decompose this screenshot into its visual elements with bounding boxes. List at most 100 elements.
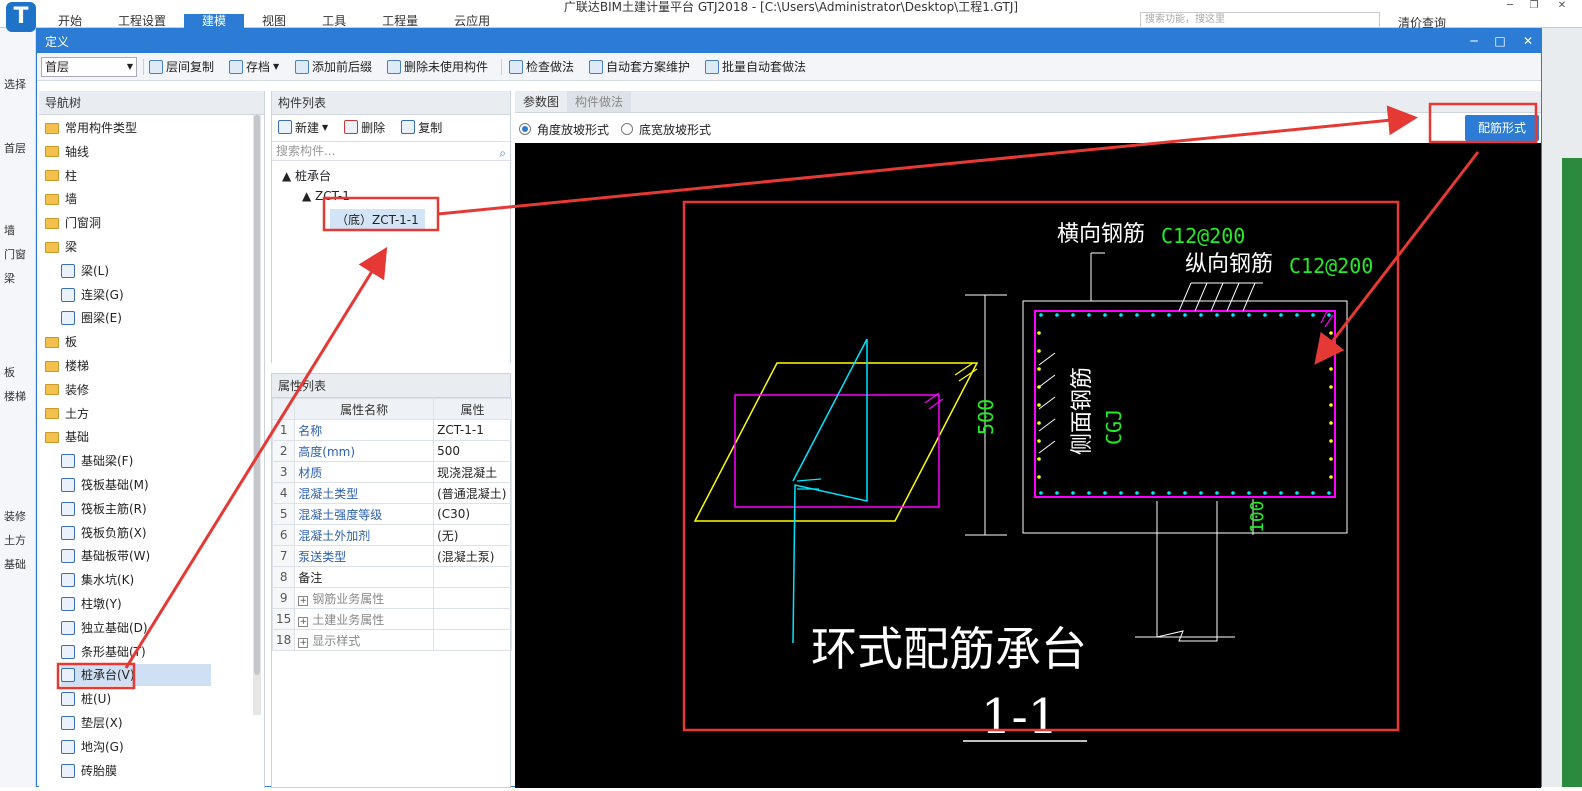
property-value[interactable]: 现浇混凝土 (433, 461, 512, 483)
nav-scroll-thumb[interactable] (254, 115, 260, 675)
property-value[interactable]: (普通混凝土) (433, 482, 512, 504)
nav-item[interactable]: 筏板基础(M) (61, 474, 149, 496)
nav-item[interactable]: 板 (45, 331, 77, 353)
nav-item[interactable]: 地沟(G) (61, 736, 124, 758)
property-value[interactable] (433, 608, 512, 630)
dialog-close-icon[interactable]: ✕ (1519, 33, 1537, 49)
tree-node-selected[interactable]: （底）ZCT-1-1 (330, 209, 425, 230)
tree-node-root[interactable]: ▲ 桩承台 (282, 167, 331, 184)
nav-item[interactable]: 基础梁(F) (61, 450, 133, 472)
nav-item[interactable]: 连梁(G) (61, 284, 124, 306)
bg-beam-label[interactable]: 梁 (4, 270, 15, 286)
nav-item[interactable]: 基础板带(W) (61, 545, 150, 567)
width-slope-radio[interactable] (621, 123, 634, 135)
nav-item[interactable]: 梁(L) (61, 260, 109, 282)
auto-plan-button[interactable]: 自动套方案维护 (589, 57, 690, 77)
nav-item[interactable]: 楼梯 (45, 355, 89, 377)
property-value[interactable]: (混凝土泵) (433, 545, 512, 567)
nav-item[interactable]: 门窗洞 (45, 212, 101, 234)
nav-item[interactable]: 圈梁(E) (61, 307, 122, 329)
tab-component-method[interactable]: 构件做法 (567, 91, 632, 112)
dialog-titlebar[interactable]: 定义 ─ □ ✕ (37, 29, 1541, 53)
ribbon-tab[interactable]: 开始 (40, 14, 100, 28)
nav-item[interactable]: 装修 (45, 379, 89, 401)
restore-icon[interactable]: ❐ (1524, 0, 1544, 14)
property-row[interactable]: 9 + 钢筋业务属性 (271, 587, 512, 609)
ribbon-tab[interactable]: 视图 (244, 14, 304, 28)
add-prefix-suffix-button[interactable]: 添加前后缀 (295, 57, 372, 77)
property-value[interactable]: (无) (433, 524, 512, 546)
property-value[interactable] (433, 566, 512, 588)
rebar-form-button[interactable]: 配筋形式 (1465, 115, 1539, 141)
nav-item[interactable]: 筏板主筋(R) (61, 498, 147, 520)
new-component-button[interactable]: 新建 ▼ (278, 119, 328, 136)
minimize-icon[interactable]: ─ (1500, 0, 1520, 14)
bg-foundation-label[interactable]: 基础 (4, 556, 26, 572)
nav-item[interactable]: 桩(U) (61, 688, 111, 710)
property-row[interactable]: 8 备注 (271, 566, 512, 588)
floor-select[interactable]: 首层 ▼ (41, 57, 137, 77)
batch-auto-button[interactable]: 批量自动套做法 (705, 57, 806, 77)
archive-button[interactable]: 存档 ▼ (229, 57, 279, 77)
property-row[interactable]: 7 泵送类型 (混凝土泵) (271, 545, 512, 567)
bg-decor-label[interactable]: 装修 (4, 508, 26, 524)
cad-canvas[interactable]: 横向钢筋 C12@200 纵向钢筋 C12@200 侧面钢筋 CGJ 500 1… (515, 143, 1541, 788)
nav-item[interactable]: 柱 (45, 165, 77, 187)
ribbon-tab[interactable]: 工具 (304, 14, 364, 28)
ribbon-tab[interactable]: 云应用 (436, 14, 508, 28)
bg-floor-label[interactable]: 首层 (4, 140, 26, 156)
property-value[interactable] (433, 629, 512, 651)
delete-component-button[interactable]: 删除 (344, 119, 385, 136)
nav-item[interactable]: 柱墩(Y) (61, 593, 122, 615)
nav-item[interactable]: 条形基础(T) (61, 641, 146, 663)
property-row[interactable]: 15 + 土建业务属性 (271, 608, 512, 630)
component-search-input[interactable]: 搜索构件... ⌕ (272, 141, 512, 161)
nav-scrollbar[interactable] (253, 115, 261, 715)
property-row[interactable]: 1 名称 ZCT-1-1 (271, 419, 512, 441)
tree-node-child[interactable]: ▲ ZCT-1 (302, 189, 350, 203)
nav-item[interactable]: 墙 (45, 188, 77, 210)
nav-item[interactable]: 砖胎膜 (61, 760, 117, 782)
property-row[interactable]: 6 混凝土外加剂 (无) (271, 524, 512, 546)
ribbon-tab-active[interactable]: 建模 (184, 14, 245, 28)
nav-item[interactable]: 梁 (45, 236, 77, 258)
expand-plus-icon[interactable]: + (298, 595, 309, 606)
nav-item[interactable]: 垫层(X) (61, 712, 123, 734)
expand-plus-icon[interactable]: + (298, 637, 309, 648)
angle-slope-radio[interactable] (519, 123, 531, 135)
nav-item[interactable]: 筏板负筋(X) (61, 522, 147, 544)
property-value[interactable]: 500 (433, 440, 512, 462)
property-value[interactable]: (C30) (433, 503, 512, 525)
property-value[interactable]: ZCT-1-1 (433, 419, 512, 441)
bg-slab-label[interactable]: 板 (4, 364, 15, 380)
property-value[interactable] (433, 587, 512, 609)
property-row[interactable]: 3 材质 现浇混凝土 (271, 461, 512, 483)
bg-door-label[interactable]: 门窗 (4, 246, 26, 262)
bg-select-label[interactable]: 选择 (4, 76, 26, 92)
property-row[interactable]: 18 + 显示样式 (271, 629, 512, 651)
nav-item[interactable]: 独立基础(D) (61, 617, 148, 639)
app-search-input[interactable]: 搜索功能，搜这里 (1140, 12, 1380, 28)
delete-unused-button[interactable]: 删除未使用构件 (387, 57, 488, 77)
nav-item[interactable]: 基础 (45, 426, 89, 448)
close-icon[interactable]: ✕ (1552, 0, 1572, 14)
dialog-minimize-icon[interactable]: ─ (1465, 33, 1483, 49)
expand-plus-icon[interactable]: + (298, 616, 309, 627)
search-icon[interactable]: ⌕ (499, 144, 506, 162)
nav-item[interactable]: 集水坑(K) (61, 569, 134, 591)
check-method-button[interactable]: 检查做法 (509, 57, 574, 77)
bg-stair-label[interactable]: 楼梯 (4, 388, 26, 404)
ribbon-tab[interactable]: 工程量 (364, 14, 436, 28)
dialog-maximize-icon[interactable]: □ (1491, 33, 1509, 49)
nav-item[interactable]: 常用构件类型 (45, 117, 137, 139)
ribbon-tab[interactable]: 工程设置 (100, 14, 184, 28)
nav-item[interactable]: 桩承台(V) (61, 664, 211, 687)
nav-item[interactable]: 土方 (45, 403, 89, 425)
tab-parameter-diagram[interactable]: 参数图 (515, 91, 567, 112)
bg-earth-label[interactable]: 土方 (4, 532, 26, 548)
copy-floor-button[interactable]: 层间复制 (149, 57, 214, 77)
nav-item[interactable]: 轴线 (45, 141, 89, 163)
property-row[interactable]: 5 混凝土强度等级 (C30) (271, 503, 512, 525)
bg-wall-label[interactable]: 墙 (4, 222, 15, 238)
property-row[interactable]: 2 高度(mm) 500 (271, 440, 512, 462)
